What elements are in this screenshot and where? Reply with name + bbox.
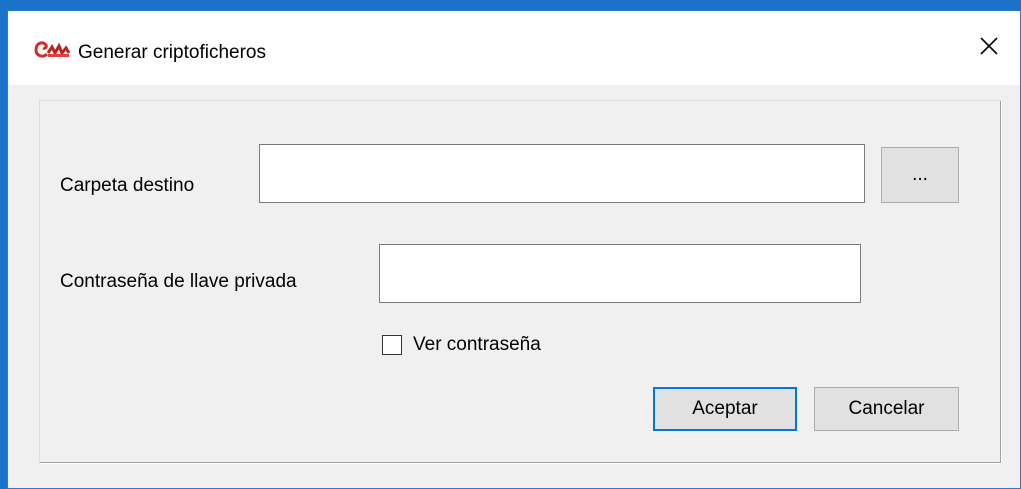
close-button[interactable]: [958, 11, 1020, 85]
browse-button[interactable]: ...: [881, 147, 959, 203]
close-icon: [979, 36, 999, 61]
app-logo-icon: [33, 39, 71, 61]
show-password-checkbox[interactable]: [382, 335, 402, 355]
cancel-button[interactable]: Cancelar: [814, 387, 959, 431]
window-title: Generar criptoficheros: [78, 42, 266, 63]
destination-folder-label: Carpeta destino: [60, 175, 195, 196]
dialog-window: Generar criptoficheros Carpeta destino .…: [7, 10, 1021, 489]
private-key-password-label: Contraseña de llave privada: [60, 271, 297, 292]
accept-button-label: Aceptar: [692, 398, 758, 419]
browse-button-label: ...: [912, 164, 928, 185]
show-password-label[interactable]: Ver contraseña: [413, 334, 541, 356]
destination-folder-input[interactable]: [259, 144, 865, 203]
accept-button[interactable]: Aceptar: [653, 387, 797, 431]
private-key-password-input[interactable]: [379, 244, 861, 303]
cancel-button-label: Cancelar: [848, 398, 925, 419]
title-bar[interactable]: Generar criptoficheros: [8, 11, 1020, 85]
